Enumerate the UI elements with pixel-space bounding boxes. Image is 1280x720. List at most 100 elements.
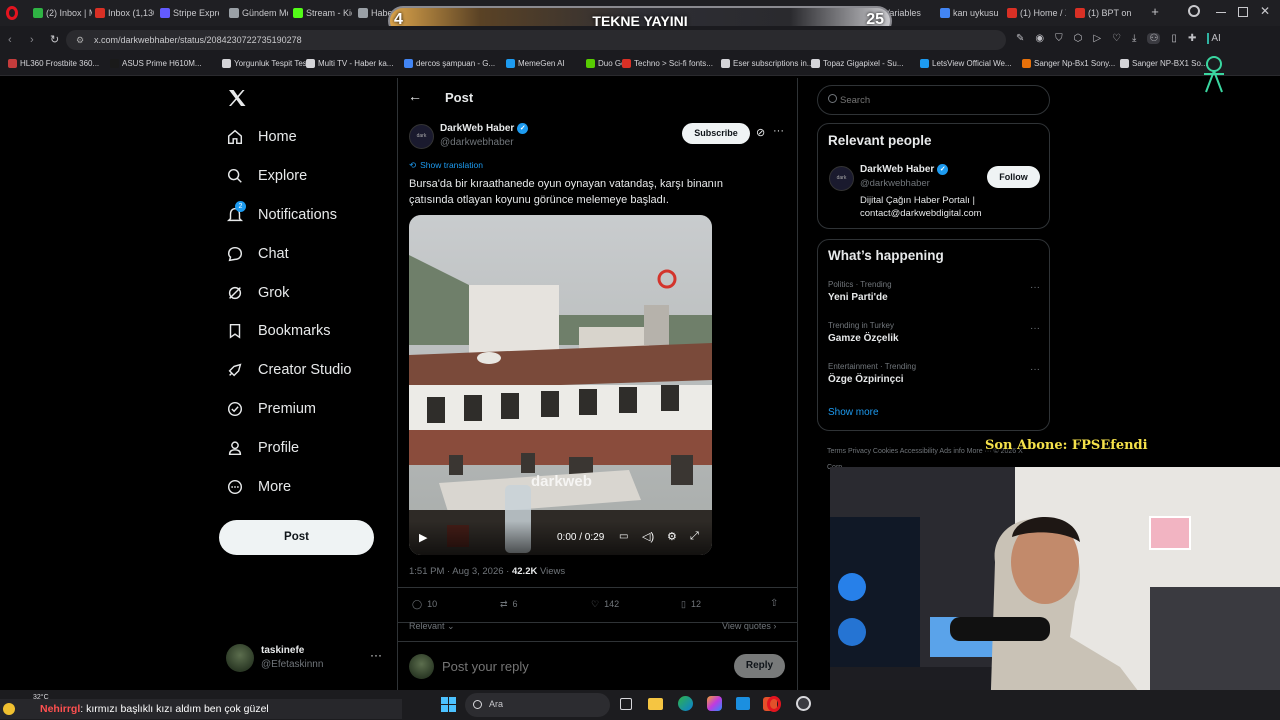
reply-action[interactable]: ◯ 10 xyxy=(412,599,437,610)
edge-icon[interactable] xyxy=(678,696,693,711)
bookmark-item[interactable]: Sanger NP-BX1 So... xyxy=(1120,59,1208,68)
nav-item-creator-studio[interactable]: Creator Studio xyxy=(226,356,352,384)
trend-item[interactable]: Entertainment · Trending Özge Özpirinçci ·… xyxy=(828,362,1040,392)
grok-explain-icon[interactable]: ⊘ xyxy=(756,126,765,139)
extension-icon[interactable]: ✚ xyxy=(1188,33,1196,44)
obs-icon[interactable] xyxy=(796,696,811,711)
nav-item-profile[interactable]: Profile xyxy=(226,434,299,462)
opera-logo-icon[interactable] xyxy=(6,6,18,20)
bookmark-item[interactable]: Multi TV - Haber ka... xyxy=(306,59,393,68)
taskbar-search[interactable]: Ara xyxy=(465,693,610,717)
post-video[interactable]: darkweb ▶ 0:00 / 0:29 ▭ ◁) ⚙ ⤢ xyxy=(409,215,712,555)
task-view-icon[interactable] xyxy=(620,698,632,710)
bookmark-item[interactable]: dercos şampuan - G... xyxy=(404,59,495,68)
browser-tab[interactable]: Stripe Expre xyxy=(157,3,219,23)
maximize-button[interactable] xyxy=(1238,7,1248,17)
show-more-link[interactable]: Show more xyxy=(828,407,879,418)
play-button-icon[interactable]: ▶ xyxy=(419,531,427,544)
cube-icon[interactable]: ⬡ xyxy=(1074,33,1083,44)
fullscreen-icon[interactable]: ⤢ xyxy=(690,530,699,543)
browser-tab[interactable]: (1) BPT on X xyxy=(1072,3,1134,23)
browser-tab[interactable]: Gündem Mo xyxy=(226,3,288,23)
bookmark-item[interactable]: Sanger Np-Bx1 Sony... xyxy=(1022,59,1115,68)
trend-item[interactable]: Trending in Turkey Gamze Özçelik ··· xyxy=(828,321,1040,351)
trend-more-icon[interactable]: ··· xyxy=(1030,282,1040,293)
back-icon[interactable]: ‹ xyxy=(8,34,12,46)
bookmark-item[interactable]: Topaz Gigapixel - Su... xyxy=(811,59,903,68)
person-avatar[interactable]: dark xyxy=(829,166,854,191)
settings-icon[interactable]: ⚙ xyxy=(667,530,677,543)
nav-item-premium[interactable]: Premium xyxy=(226,395,316,423)
trend-more-icon[interactable]: ··· xyxy=(1030,323,1040,334)
site-info-icon[interactable]: ⚙ xyxy=(76,30,84,50)
bookmark-item[interactable]: LetsView Official We... xyxy=(920,59,1012,68)
opera-taskbar-icon[interactable] xyxy=(767,696,781,712)
bookmark-item[interactable]: Eser subscriptions in... xyxy=(721,59,813,68)
start-button[interactable] xyxy=(441,697,456,712)
nav-item-grok[interactable]: Grok xyxy=(226,279,289,307)
forward-icon[interactable]: › xyxy=(30,34,34,46)
bookmark-item[interactable]: Yorgunluk Tespit Test xyxy=(222,59,309,68)
nav-item-bookmarks[interactable]: Bookmarks xyxy=(226,317,331,345)
repost-action[interactable]: ⇄ 6 xyxy=(500,599,518,610)
search-tabs-icon[interactable] xyxy=(1188,5,1200,17)
captions-icon[interactable]: ▭ xyxy=(619,531,628,542)
bookmark-item[interactable]: HL360 Frostbite 360... xyxy=(8,59,99,68)
view-quotes-link[interactable]: View quotes › xyxy=(722,621,776,631)
download-icon[interactable]: ⤓ xyxy=(1132,33,1136,44)
search-box[interactable] xyxy=(817,85,1050,115)
nav-item-notifications[interactable]: 2 Notifications xyxy=(226,201,337,229)
author-name[interactable]: DarkWeb Haber ✓ xyxy=(440,123,529,134)
person-name[interactable]: DarkWeb Haber ✓ xyxy=(860,164,949,175)
trend-more-icon[interactable]: ··· xyxy=(1030,364,1040,375)
nav-item-more[interactable]: More xyxy=(226,473,291,501)
search-input[interactable] xyxy=(840,92,1030,108)
show-translation-link[interactable]: ⟲ Show translation xyxy=(409,160,483,171)
author-handle[interactable]: @darkwebhaber xyxy=(440,137,514,148)
ai-icon[interactable]: AI xyxy=(1207,33,1221,44)
nav-item-home[interactable]: Home xyxy=(226,123,297,151)
browser-tab[interactable]: Stream - Kic xyxy=(290,3,352,23)
new-tab-button[interactable]: + xyxy=(1148,5,1162,19)
copilot-icon[interactable] xyxy=(707,696,722,711)
store-icon[interactable] xyxy=(736,697,750,710)
url-field[interactable]: ⚙ x.com/darkwebhaber/status/208423072273… xyxy=(66,30,1006,50)
minimize-button[interactable] xyxy=(1216,12,1226,13)
battery-icon[interactable]: ▯ xyxy=(1171,33,1177,44)
post-more-icon[interactable]: ··· xyxy=(773,125,784,137)
bookmark-item[interactable]: Techno > Sci-fi fonts... xyxy=(622,59,713,68)
account-more-icon[interactable]: ··· xyxy=(370,648,382,662)
browser-tab[interactable]: (1) Home / X xyxy=(1004,3,1066,23)
reply-button[interactable]: Reply xyxy=(734,654,785,678)
bookmark-item[interactable]: ASUS Prime H610M... xyxy=(110,59,202,68)
back-arrow-icon[interactable]: ← xyxy=(408,88,422,104)
post-button[interactable]: Post xyxy=(219,520,374,555)
subscribe-button[interactable]: Subscribe xyxy=(682,123,750,144)
close-window-button[interactable]: ✕ xyxy=(1260,4,1270,18)
nav-item-explore[interactable]: Explore xyxy=(226,162,307,190)
edit-icon[interactable]: ✎ xyxy=(1016,33,1024,44)
reply-input[interactable] xyxy=(442,656,702,676)
bookmark-action[interactable]: ▯ 12 xyxy=(681,599,701,610)
nav-item-chat[interactable]: Chat xyxy=(226,240,289,268)
bookmark-item[interactable]: MemeGen AI xyxy=(506,59,565,68)
person-handle[interactable]: @darkwebhaber xyxy=(860,178,930,189)
share-icon[interactable]: ⇧ xyxy=(770,598,778,609)
camera-icon[interactable]: ◉ xyxy=(1035,33,1044,44)
bookmark-item[interactable]: Duo Go xyxy=(586,59,626,68)
volume-icon[interactable]: ◁) xyxy=(642,530,654,543)
browser-tab[interactable]: (2) Inbox | M xyxy=(30,3,92,23)
account-switcher[interactable]: taskinefe @Efetaskinnn ··· xyxy=(226,642,386,674)
like-action[interactable]: ♡ 142 xyxy=(591,599,619,610)
follow-button[interactable]: Follow xyxy=(987,166,1040,188)
x-logo-icon[interactable] xyxy=(227,88,247,108)
heart-icon[interactable]: ♡ xyxy=(1112,33,1121,44)
browser-tab[interactable]: kan uykusu xyxy=(937,3,999,23)
browser-tab[interactable]: Inbox (1,130 xyxy=(92,3,154,23)
profile-icon[interactable]: ⚇ xyxy=(1147,33,1161,44)
trend-item[interactable]: Politics · Trending Yeni Parti'de ··· xyxy=(828,280,1040,310)
file-explorer-icon[interactable] xyxy=(648,698,663,710)
reload-icon[interactable]: ↻ xyxy=(50,33,59,46)
shield-icon[interactable]: ⛉ xyxy=(1055,33,1063,44)
play-icon[interactable]: ▷ xyxy=(1093,33,1101,44)
